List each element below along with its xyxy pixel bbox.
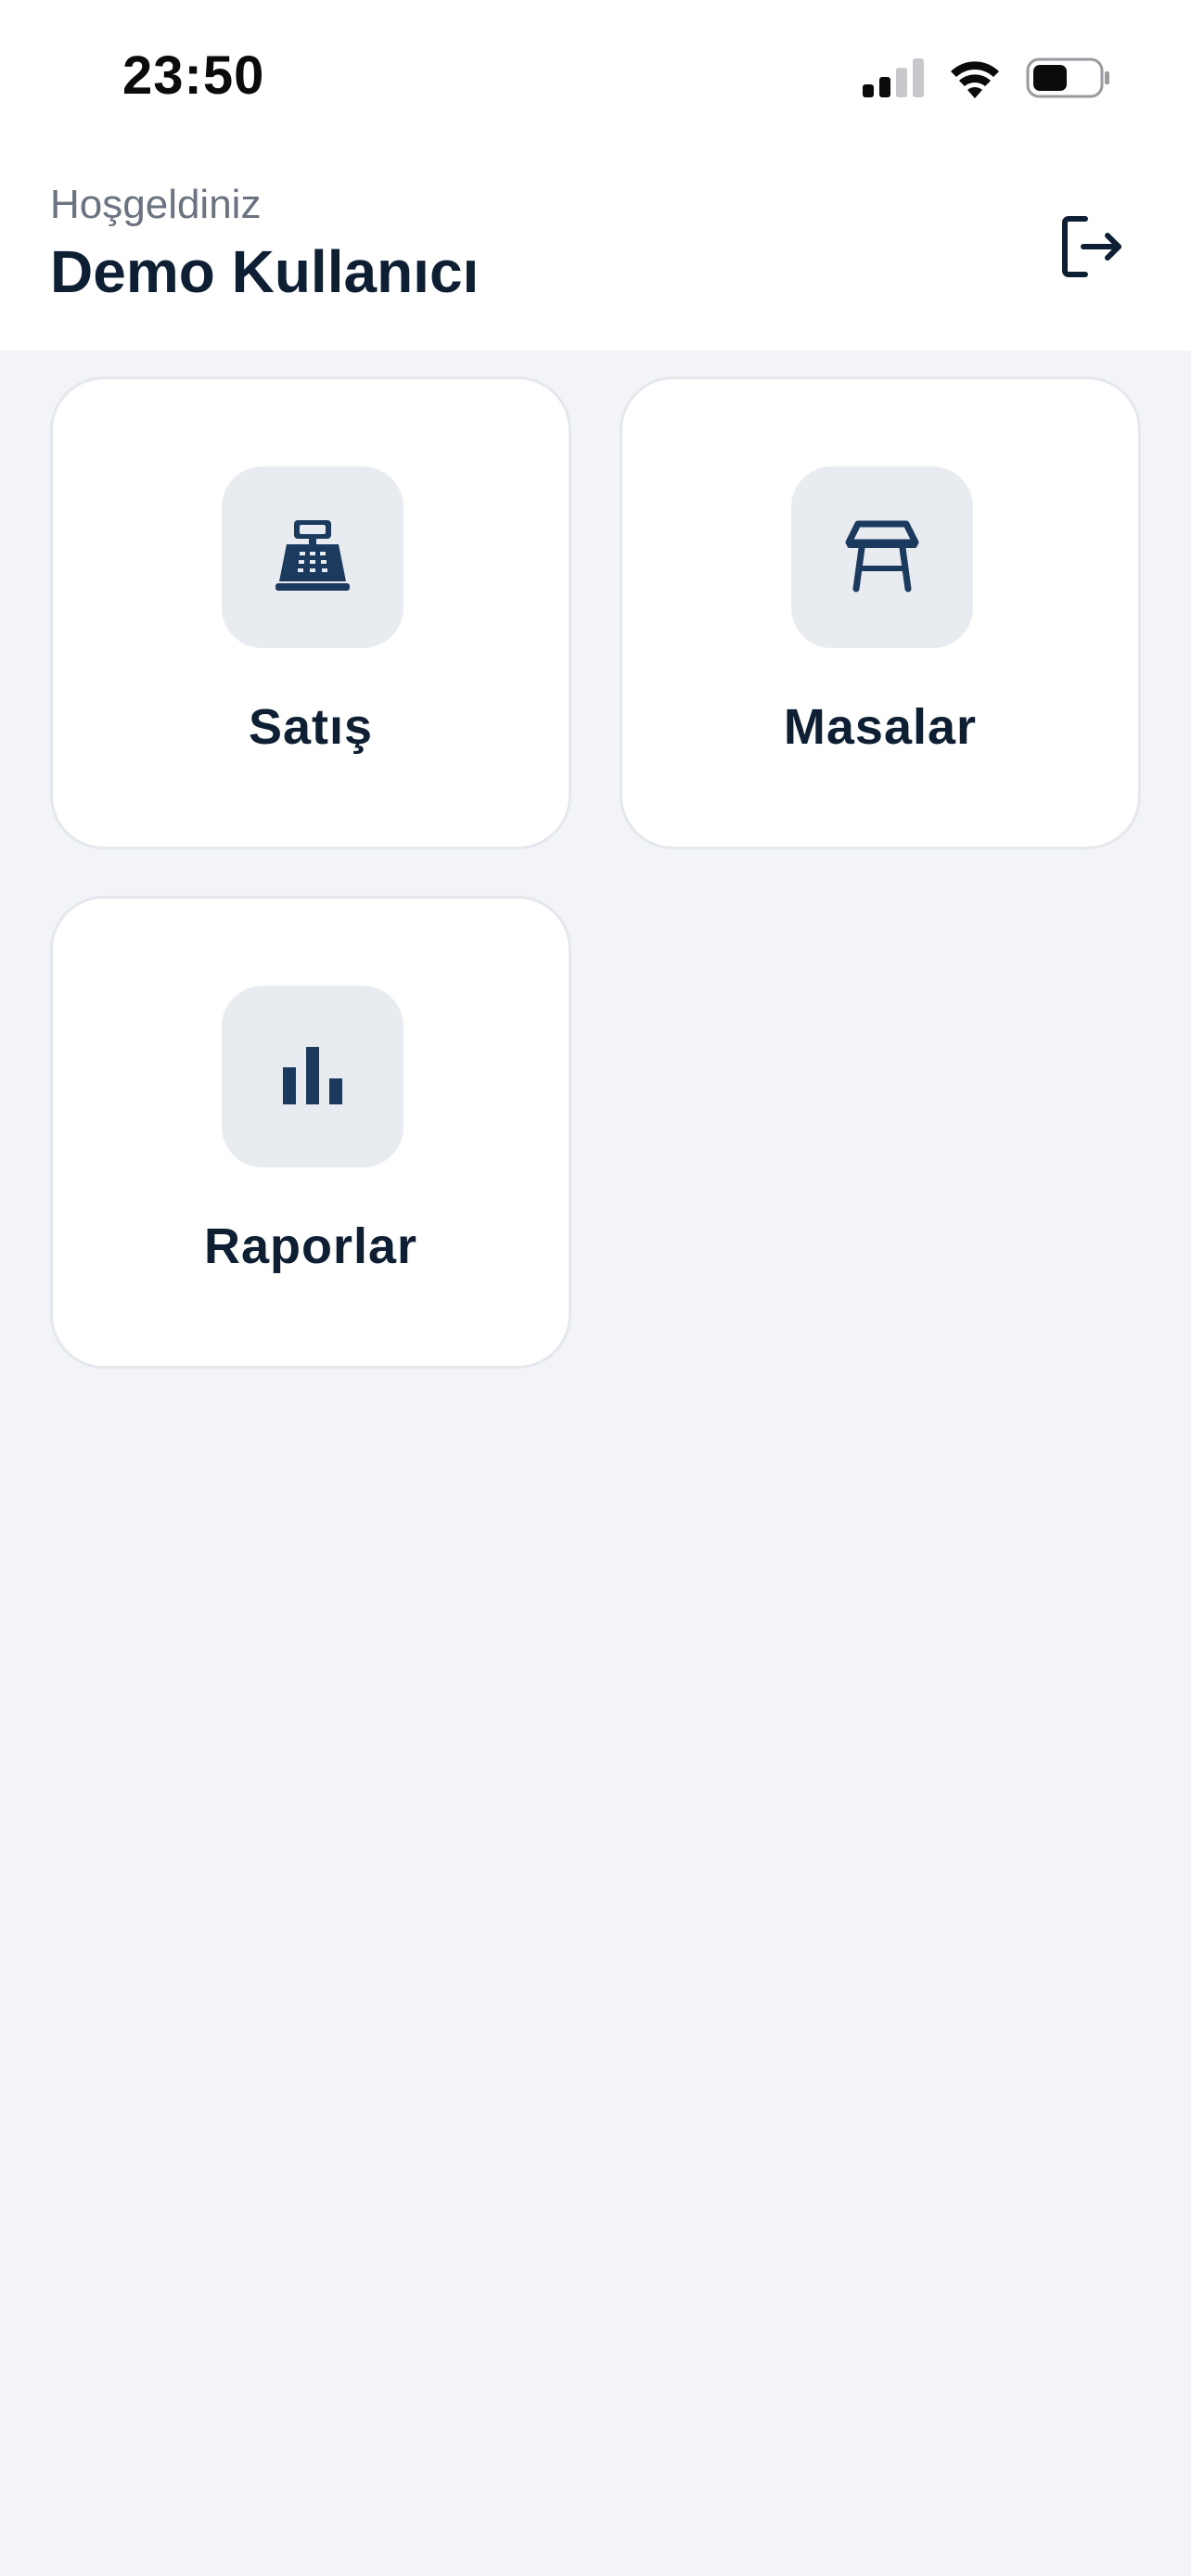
user-name: Demo Kullanıcı (50, 238, 480, 305)
cash-register-icon (274, 516, 352, 599)
card-icon-box (222, 986, 403, 1167)
card-icon-box (791, 466, 973, 648)
cellular-signal-icon (863, 57, 924, 102)
menu-card-label: Masalar (783, 699, 978, 755)
menu-card-label: Raporlar (203, 1218, 418, 1274)
status-bar: 23:50 (0, 0, 1191, 158)
menu-card-masalar[interactable]: Masalar (620, 376, 1141, 849)
menu-card-label: Satış (248, 699, 374, 755)
menu-card-satis[interactable]: Satış (50, 376, 571, 849)
status-icons (863, 56, 1111, 104)
table-icon (843, 516, 921, 599)
logout-button[interactable] (1054, 211, 1128, 286)
greeting-text: Hoşgeldiniz (50, 182, 262, 227)
card-icon-box (222, 466, 403, 648)
logout-icon (1057, 213, 1124, 285)
battery-icon (1026, 57, 1111, 103)
bar-chart-icon (279, 1041, 346, 1113)
wifi-icon (948, 57, 1002, 103)
menu-card-raporlar[interactable]: Raporlar (50, 896, 571, 1369)
status-time: 23:50 (122, 45, 265, 106)
header: Hoşgeldiniz Demo Kullanıcı (0, 158, 1191, 351)
